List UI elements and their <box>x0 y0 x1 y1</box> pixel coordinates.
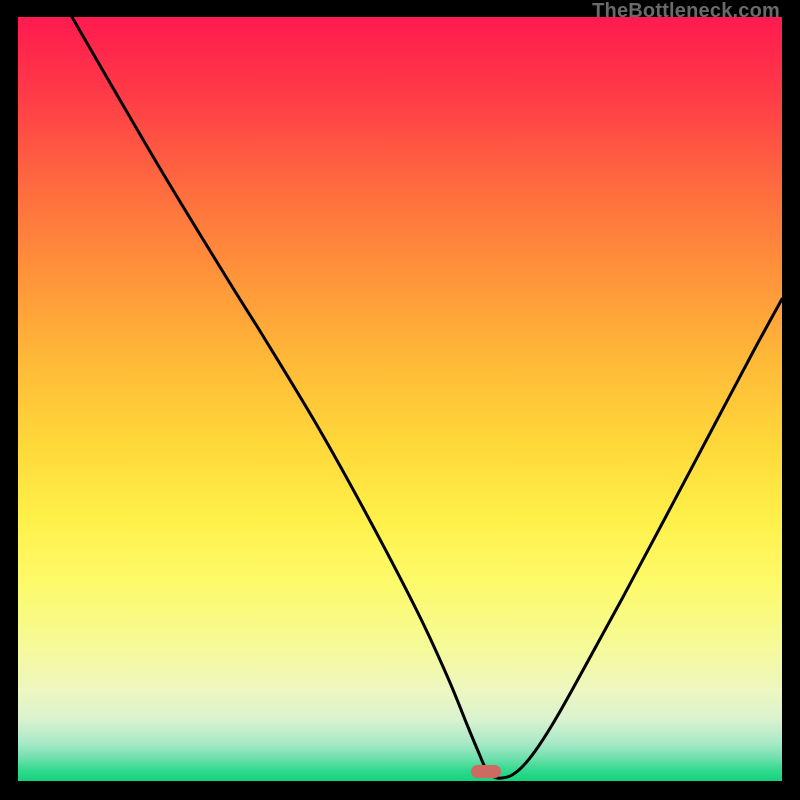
optimal-point-marker <box>471 765 501 778</box>
chart-frame: TheBottleneck.com <box>0 0 800 800</box>
curve-layer <box>18 17 782 781</box>
bottleneck-curve <box>72 17 782 778</box>
plot-area <box>18 17 782 781</box>
